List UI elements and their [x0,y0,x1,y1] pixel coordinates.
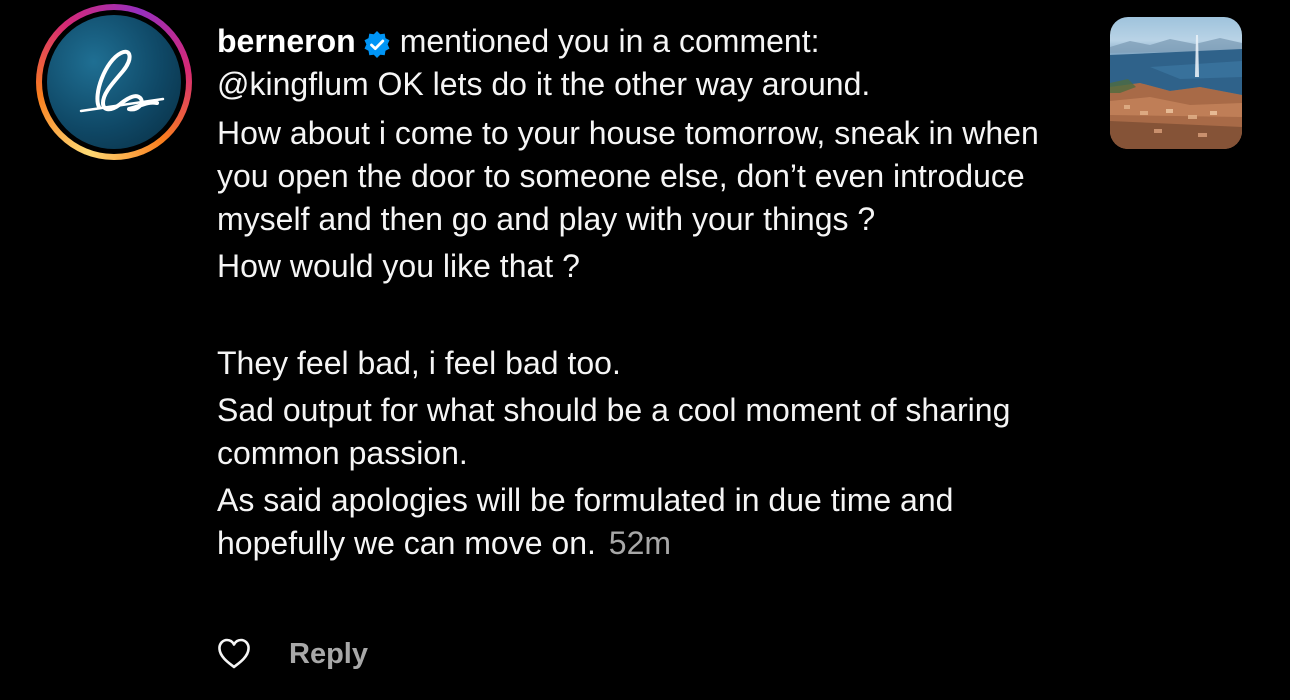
comment-line: They feel bad, i feel bad too. [217,345,621,381]
username-link[interactable]: berneron [217,20,356,63]
cursive-b-logo-icon [79,49,165,113]
comment-line: How would you like that ? [217,248,580,284]
post-thumbnail[interactable] [1110,17,1242,149]
story-ring[interactable] [36,4,192,160]
comment-actions: Reply [217,634,368,674]
comment-line: Sad output for what should be a cool mom… [217,392,1011,471]
comment-line-text: As said apologies will be formulated in … [217,482,954,561]
timestamp: 52m [608,525,672,561]
comment-mention-notification[interactable]: berneron mentioned you in a comment: @ki… [0,0,1290,700]
comment-line: How about i come to your house tomorrow,… [217,115,1039,237]
comment-last-line: As said apologies will be formulated in … [217,479,1077,565]
lake-city-photo-icon [1110,35,1242,149]
notification-content: berneron mentioned you in a comment: @ki… [217,20,1077,565]
heart-icon[interactable] [217,638,251,670]
avatar[interactable] [47,15,181,149]
comment-line: @kingflum OK lets do it the other way ar… [217,66,871,102]
verified-badge-icon [362,28,392,58]
notification-header: berneron mentioned you in a comment: [217,20,1077,63]
reply-button[interactable]: Reply [289,638,368,671]
notification-action-text: mentioned you in a comment: [399,23,820,59]
